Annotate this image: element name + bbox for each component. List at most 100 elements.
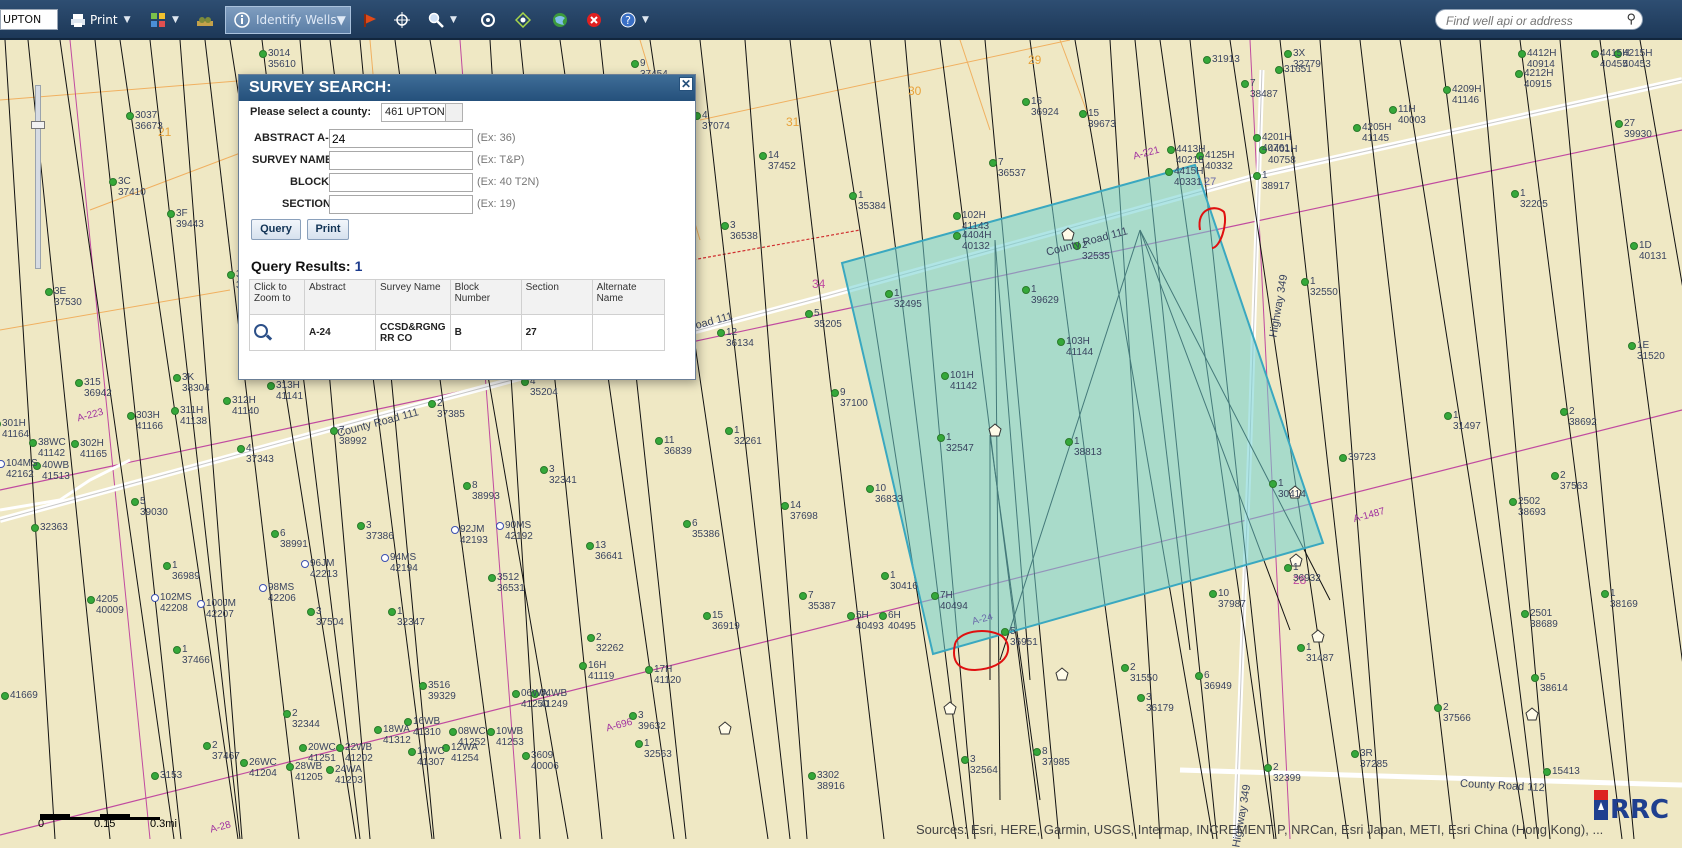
well-marker[interactable] — [167, 210, 175, 218]
zoom-to-icon[interactable] — [254, 324, 268, 338]
well-marker[interactable] — [1515, 70, 1523, 78]
block-input[interactable] — [329, 173, 473, 192]
clear-button[interactable] — [586, 7, 602, 33]
well-marker[interactable] — [1203, 56, 1211, 64]
well-marker[interactable] — [683, 520, 691, 528]
permit-well-marker[interactable] — [301, 560, 309, 568]
well-marker[interactable] — [357, 522, 365, 530]
permit-well-marker[interactable] — [496, 522, 504, 530]
well-marker[interactable] — [847, 612, 855, 620]
well-marker[interactable] — [1275, 66, 1283, 74]
zoom-handle[interactable] — [31, 121, 45, 129]
search-icon[interactable]: ⚲ — [1626, 11, 1636, 27]
well-marker[interactable] — [587, 634, 595, 642]
well-marker[interactable] — [1389, 106, 1397, 114]
table-row[interactable]: A-24 CCSD&RGNG RR CO B 27 — [249, 314, 666, 351]
well-marker[interactable] — [1351, 750, 1359, 758]
well-marker[interactable] — [163, 562, 171, 570]
well-marker[interactable] — [1241, 80, 1249, 88]
well-marker[interactable] — [1264, 764, 1272, 772]
well-marker[interactable] — [831, 389, 839, 397]
well-marker[interactable] — [1518, 50, 1526, 58]
well-marker[interactable] — [1022, 98, 1030, 106]
globe-button[interactable] — [552, 7, 568, 33]
well-marker[interactable] — [849, 192, 857, 200]
pad-marker[interactable] — [1311, 629, 1325, 643]
zoom-track[interactable] — [35, 85, 41, 269]
permit-well-marker[interactable] — [381, 554, 389, 562]
well-marker[interactable] — [961, 756, 969, 764]
layers-menu-button[interactable]: ▼ — [150, 7, 179, 33]
well-marker[interactable] — [1079, 110, 1087, 118]
well-marker[interactable] — [1434, 704, 1442, 712]
well-marker[interactable] — [449, 728, 457, 736]
well-marker[interactable] — [1551, 472, 1559, 480]
locate-button[interactable] — [514, 7, 532, 33]
well-marker[interactable] — [109, 178, 117, 186]
permit-well-marker[interactable] — [197, 600, 205, 608]
well-marker[interactable] — [237, 445, 245, 453]
well-marker[interactable] — [428, 400, 436, 408]
well-marker[interactable] — [1253, 134, 1261, 142]
well-marker[interactable] — [259, 50, 267, 58]
well-marker[interactable] — [1269, 480, 1277, 488]
well-marker[interactable] — [1521, 610, 1529, 618]
flag-tool-button[interactable] — [362, 7, 378, 33]
well-marker[interactable] — [1353, 124, 1361, 132]
well-marker[interactable] — [1531, 674, 1539, 682]
well-marker[interactable] — [463, 482, 471, 490]
well-marker[interactable] — [307, 608, 315, 616]
well-marker[interactable] — [1511, 190, 1519, 198]
well-marker[interactable] — [989, 159, 997, 167]
pad-marker[interactable] — [1055, 667, 1069, 681]
well-marker[interactable] — [931, 592, 939, 600]
well-marker[interactable] — [1443, 86, 1451, 94]
well-marker[interactable] — [45, 288, 53, 296]
well-marker[interactable] — [1284, 50, 1292, 58]
well-marker[interactable] — [866, 485, 874, 493]
well-marker[interactable] — [1543, 768, 1551, 776]
well-marker[interactable] — [75, 379, 83, 387]
well-marker[interactable] — [540, 466, 548, 474]
well-marker[interactable] — [953, 212, 961, 220]
well-marker[interactable] — [655, 437, 663, 445]
well-marker[interactable] — [1137, 694, 1145, 702]
well-marker[interactable] — [1628, 342, 1636, 350]
well-marker[interactable] — [1297, 644, 1305, 652]
county-indicator[interactable]: UPTON — [0, 9, 58, 30]
close-icon[interactable]: ✕ — [679, 77, 693, 91]
well-marker[interactable] — [267, 382, 275, 390]
well-marker[interactable] — [151, 772, 159, 780]
well-marker[interactable] — [374, 726, 382, 734]
well-marker[interactable] — [512, 690, 520, 698]
section-input[interactable] — [329, 195, 473, 214]
full-extent-button[interactable] — [480, 7, 496, 33]
well-marker[interactable] — [488, 574, 496, 582]
well-marker[interactable] — [173, 646, 181, 654]
well-marker[interactable] — [31, 524, 39, 532]
well-marker[interactable] — [299, 744, 307, 752]
well-marker[interactable] — [1065, 438, 1073, 446]
well-marker[interactable] — [1591, 50, 1599, 58]
well-marker[interactable] — [419, 682, 427, 690]
well-marker[interactable] — [703, 612, 711, 620]
query-button[interactable]: Query — [251, 219, 301, 240]
pad-marker[interactable] — [718, 721, 732, 735]
well-marker[interactable] — [759, 152, 767, 160]
well-marker[interactable] — [1284, 564, 1292, 572]
well-marker[interactable] — [1444, 412, 1452, 420]
well-marker[interactable] — [881, 572, 889, 580]
well-marker[interactable] — [126, 112, 134, 120]
well-marker[interactable] — [326, 766, 334, 774]
well-marker[interactable] — [1001, 628, 1009, 636]
zoom-slider[interactable] — [31, 85, 45, 269]
well-marker[interactable] — [286, 763, 294, 771]
pad-marker[interactable] — [1525, 707, 1539, 721]
well-marker[interactable] — [223, 397, 231, 405]
well-marker[interactable] — [1033, 748, 1041, 756]
well-marker[interactable] — [87, 596, 95, 604]
well-marker[interactable] — [1560, 408, 1568, 416]
well-marker[interactable] — [0, 421, 1, 428]
well-marker[interactable] — [586, 542, 594, 550]
well-marker[interactable] — [227, 271, 235, 279]
